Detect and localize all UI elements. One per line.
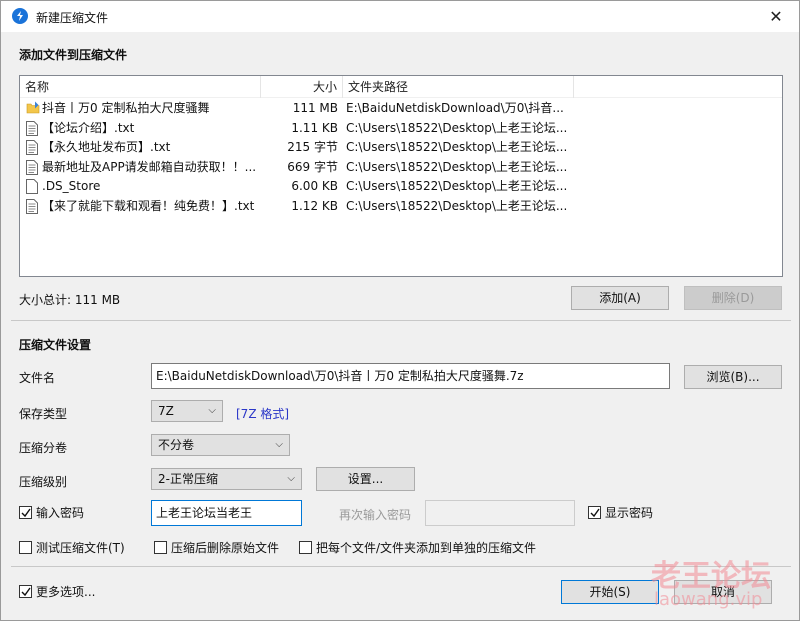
separate-archives-label: 把每个文件/文件夹添加到单独的压缩文件 [316, 541, 537, 555]
split-value: 不分卷 [158, 438, 195, 452]
text-file-icon [26, 159, 38, 175]
file-name-cell: 【来了就能下载和观看！纯免费！】.txt [42, 198, 255, 213]
file-size-cell: 215 字节 [287, 140, 338, 154]
text-file-icon [26, 140, 38, 155]
settings-section-title: 压缩文件设置 [19, 338, 92, 352]
section-divider [11, 320, 791, 321]
file-list-row[interactable]: .DS_Store 6.00 KB C:\Users\18522\Desktop\上… [20, 176, 782, 196]
text-file-icon [26, 120, 38, 136]
file-list-row[interactable]: 最新地址及APP请发邮箱自动获取！！... 669 字节 C:\Users\1852… [20, 157, 782, 177]
new-archive-dialog: 新建压缩文件 ✕ 添加文件到压缩文件 名称 大小 文件夹路径 抖音丨万0 定制私… [0, 0, 800, 621]
file-name-cell: .DS_Store [42, 179, 101, 193]
more-options-checkbox[interactable]: 更多选项... [19, 585, 95, 601]
total-size-label: 大小总计: 111 MB [19, 293, 121, 307]
watermark-url: laowang.vip [654, 589, 763, 610]
file-size-cell: 1.11 KB [291, 120, 338, 135]
column-header-path[interactable]: 文件夹路径 [343, 76, 574, 98]
chevron-down-icon: ⌵ [287, 473, 295, 484]
file-path-cell: C:\Users\18522\Desktop\上老王论坛... [346, 120, 568, 135]
file-list[interactable]: 名称 大小 文件夹路径 抖音丨万0 定制私拍大尺度骚舞 111 MB E:\Baid… [19, 75, 783, 277]
save-type-value: 7Z [158, 404, 174, 418]
file-path-cell: C:\Users\18522\Desktop\上老王论坛... [346, 159, 568, 174]
window-title: 新建压缩文件 [36, 11, 109, 25]
checkbox-checked-icon [19, 585, 32, 598]
file-size-cell: 111 MB [292, 101, 338, 115]
format-link[interactable]: [7Z 格式] [236, 405, 289, 422]
file-name-cell: 【论坛介绍】.txt [42, 120, 135, 135]
file-list-row[interactable]: 【永久地址发布页】.txt 215 字节 C:\Users\18522\Deskto… [20, 137, 782, 157]
password-checkbox[interactable]: 输入密码 [19, 506, 84, 522]
split-select[interactable]: 不分卷 ⌵ [151, 434, 290, 456]
checkbox-unchecked-icon [154, 541, 167, 554]
file-path-cell: C:\Users\18522\Desktop\上老王论坛... [346, 179, 568, 193]
checkbox-unchecked-icon [299, 541, 312, 554]
file-size-cell: 6.00 KB [291, 179, 338, 193]
file-size-cell: 669 字节 [287, 159, 338, 174]
password-checkbox-label: 输入密码 [36, 506, 85, 520]
split-label: 压缩分卷 [19, 441, 68, 455]
level-select[interactable]: 2-正常压缩 ⌵ [151, 468, 302, 490]
text-file-icon [26, 198, 38, 214]
checkbox-unchecked-icon [19, 541, 32, 554]
delete-after-checkbox[interactable]: 压缩后删除原始文件 [154, 541, 279, 557]
file-path-cell: C:\Users\18522\Desktop\上老王论坛... [346, 198, 568, 213]
show-password-checkbox[interactable]: 显示密码 [588, 506, 653, 522]
file-name-cell: 抖音丨万0 定制私拍大尺度骚舞 [42, 101, 210, 115]
level-label: 压缩级别 [19, 475, 68, 489]
filename-label: 文件名 [19, 371, 56, 385]
file-size-cell: 1.12 KB [291, 198, 338, 213]
test-archive-label: 测试压缩文件(T) [36, 541, 125, 555]
chevron-down-icon: ⌵ [275, 439, 283, 450]
checkbox-checked-icon [588, 506, 601, 519]
chevron-down-icon: ⌵ [208, 405, 216, 416]
settings-button[interactable]: 设置... [316, 467, 415, 491]
file-list-row[interactable]: 【论坛介绍】.txt 1.11 KB C:\Users\18522\Desktop\… [20, 118, 782, 138]
file-list-row[interactable]: 抖音丨万0 定制私拍大尺度骚舞 111 MB E:\BaiduNetdiskDown… [20, 98, 782, 118]
remove-button[interactable]: 删除(D) [684, 286, 782, 310]
show-password-label: 显示密码 [605, 506, 654, 520]
add-section-title: 添加文件到压缩文件 [19, 48, 128, 62]
reenter-password-input[interactable] [425, 500, 575, 526]
checkbox-checked-icon [19, 506, 32, 519]
reenter-password-label: 再次输入密码 [339, 508, 412, 522]
file-list-header: 名称 大小 文件夹路径 [20, 76, 782, 98]
column-header-name[interactable]: 名称 [20, 76, 261, 98]
file-path-cell: C:\Users\18522\Desktop\上老王论坛... [346, 140, 568, 154]
save-type-select[interactable]: 7Z ⌵ [151, 400, 223, 422]
start-button[interactable]: 开始(S) [561, 580, 659, 604]
add-button[interactable]: 添加(A) [571, 286, 669, 310]
app-logo-icon [12, 8, 28, 24]
browse-button[interactable]: 浏览(B)... [684, 365, 782, 389]
password-input[interactable]: 上老王论坛当老王 [151, 500, 302, 526]
column-header-size[interactable]: 大小 [261, 76, 343, 98]
test-archive-checkbox[interactable]: 测试压缩文件(T) [19, 541, 125, 557]
delete-after-label: 压缩后删除原始文件 [171, 541, 280, 555]
file-name-cell: 最新地址及APP请发邮箱自动获取！！... [42, 159, 257, 174]
title-bar: 新建压缩文件 ✕ [1, 1, 799, 32]
filename-input[interactable]: E:\BaiduNetdiskDownload\万0\抖音丨万0 定制私拍大尺度… [151, 363, 670, 389]
level-value: 2-正常压缩 [158, 472, 218, 486]
blank-file-icon [26, 179, 38, 194]
file-name-cell: 【永久地址发布页】.txt [42, 140, 171, 154]
file-path-cell: E:\BaiduNetdiskDownload\万0\抖音... [346, 101, 564, 115]
more-options-label: 更多选项... [36, 585, 96, 599]
separate-archives-checkbox[interactable]: 把每个文件/文件夹添加到单独的压缩文件 [299, 541, 536, 557]
file-list-row[interactable]: 【来了就能下载和观看！纯免费！】.txt 1.12 KB C:\Users\1852… [20, 196, 782, 216]
close-button[interactable]: ✕ [753, 1, 799, 32]
save-type-label: 保存类型 [19, 407, 68, 421]
folder-icon [26, 101, 40, 116]
